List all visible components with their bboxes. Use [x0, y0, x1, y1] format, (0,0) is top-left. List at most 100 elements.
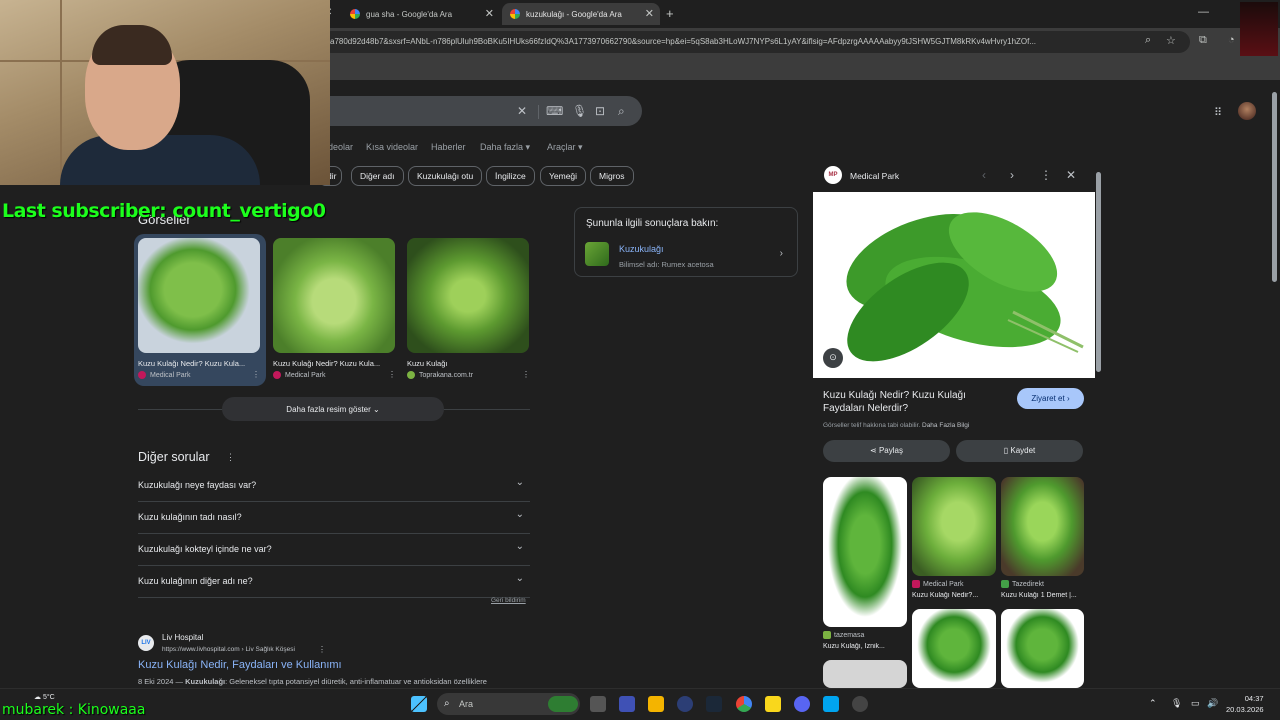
- tab-short-videos[interactable]: Kısa videolar: [366, 142, 418, 152]
- close-icon[interactable]: ✕: [485, 7, 494, 20]
- show-more-images-button[interactable]: Daha fazla resim göster ⌄: [222, 397, 444, 421]
- more-vert-icon[interactable]: ⋮: [252, 370, 260, 379]
- calculator-icon[interactable]: [619, 696, 635, 712]
- image-result[interactable]: Kuzu Kulağı Toprakana.com.tr: [407, 238, 529, 379]
- chip-yemegi[interactable]: Yemeği: [540, 166, 587, 186]
- chevron-down-icon[interactable]: ⌄: [516, 541, 524, 552]
- related-link[interactable]: Kuzukulağı: [619, 244, 664, 254]
- notepad-icon[interactable]: [823, 696, 839, 712]
- more-vert-icon[interactable]: ⋮: [226, 452, 235, 463]
- steam-icon[interactable]: [706, 696, 722, 712]
- sticky-notes-icon[interactable]: [765, 696, 781, 712]
- chevron-left-icon[interactable]: ‹: [982, 168, 986, 182]
- tab-tools[interactable]: Araçlar ▾: [547, 142, 583, 153]
- tab-more[interactable]: Daha fazla ▾: [480, 142, 530, 153]
- search-highlight-icon[interactable]: [548, 696, 578, 712]
- volume-icon[interactable]: 🔊: [1207, 698, 1218, 709]
- chrome-icon[interactable]: [736, 696, 752, 712]
- related-caption[interactable]: Kuzu Kulağı 1 Demet |...: [1001, 592, 1084, 599]
- related-image[interactable]: [823, 477, 907, 627]
- chevron-down-icon[interactable]: ⌄: [516, 509, 524, 520]
- question-item[interactable]: Kuzu kulağının tadı nasıl? ⌄: [138, 502, 530, 534]
- question-item[interactable]: Kuzu kulağının diğer adı ne? ⌄: [138, 566, 530, 598]
- clear-search-icon[interactable]: ✕: [517, 104, 527, 118]
- chevron-right-icon[interactable]: ›: [780, 248, 783, 259]
- close-icon[interactable]: ✕: [1066, 168, 1076, 182]
- image-thumbnail[interactable]: [138, 238, 260, 353]
- related-caption[interactable]: Kuzu Kulağı Nedir?...: [912, 592, 996, 599]
- image-caption[interactable]: Kuzu Kulağı Nedir? Kuzu Kula...: [138, 359, 260, 368]
- tab-gua-sha[interactable]: gua sha - Google'da Ara ✕: [342, 3, 500, 25]
- file-explorer-icon[interactable]: [648, 696, 664, 712]
- image-thumbnail[interactable]: [407, 238, 529, 353]
- related-image[interactable]: [912, 477, 996, 576]
- image-caption[interactable]: Kuzu Kulağı: [407, 359, 529, 368]
- tab-kuzukulagi[interactable]: kuzukulağı - Google'da Ara ✕: [502, 3, 660, 25]
- panel-site-name[interactable]: Medical Park: [850, 171, 899, 181]
- task-view-icon[interactable]: [590, 696, 606, 712]
- chevron-down-icon[interactable]: ⌄: [516, 573, 524, 584]
- more-vert-icon[interactable]: ⋮: [1040, 168, 1052, 182]
- network-icon[interactable]: ▭: [1191, 698, 1200, 709]
- account-avatar[interactable]: [1238, 102, 1256, 120]
- related-entity-card[interactable]: Şununla ilgili sonuçlara bakın: Kuzukula…: [574, 207, 798, 277]
- discord-icon[interactable]: [794, 696, 810, 712]
- result-title-link[interactable]: Kuzu Kulağı Nedir, Faydaları ve Kullanım…: [138, 659, 342, 671]
- address-bar[interactable]: a780d92d48b7&sxsrf=ANbL-n786plUluh9BoBKu…: [320, 31, 1190, 53]
- result-snippet-text: : Geleneksel tıpta potansiyel diüretik, …: [225, 677, 487, 686]
- search-icon[interactable]: ⌕: [618, 104, 625, 119]
- keyboard-icon[interactable]: ⌨: [546, 104, 563, 118]
- chevron-down-icon[interactable]: ⌄: [516, 477, 524, 488]
- chip-kuzukulagi-otu[interactable]: Kuzukulağı otu: [408, 166, 483, 186]
- question-item[interactable]: Kuzukulağı neye faydası var? ⌄: [138, 470, 530, 502]
- image-thumbnail[interactable]: [273, 238, 395, 353]
- more-vert-icon[interactable]: ⋮: [388, 370, 396, 379]
- chip-diger-adi[interactable]: Diğer adı: [351, 166, 404, 186]
- save-button[interactable]: ▯ Kaydet: [956, 440, 1083, 462]
- app-icon[interactable]: [677, 696, 693, 712]
- weather-widget[interactable]: ☁ 5°C: [34, 693, 55, 701]
- mic-icon[interactable]: 🎙: [572, 104, 587, 118]
- system-clock[interactable]: 04:37 20.03.2026: [1226, 693, 1264, 715]
- image-result[interactable]: Kuzu Kulağı Nedir? Kuzu Kula... Medical …: [273, 238, 395, 379]
- panel-title[interactable]: Kuzu Kulağı Nedir? Kuzu Kulağı Faydaları…: [823, 389, 1003, 415]
- related-caption[interactable]: Kuzu Kulağı, İznik...: [823, 643, 907, 650]
- image-result[interactable]: Kuzu Kulağı Nedir? Kuzu Kula... Medical …: [138, 238, 260, 379]
- tab-news[interactable]: Haberler: [431, 142, 466, 152]
- related-image[interactable]: [823, 660, 907, 688]
- share-button[interactable]: ⋖ Paylaş: [823, 440, 950, 462]
- search-input[interactable]: [280, 96, 642, 126]
- tab-videos[interactable]: deolar: [328, 142, 353, 152]
- close-icon[interactable]: ✕: [645, 7, 654, 20]
- minimize-icon[interactable]: —: [1198, 6, 1209, 18]
- question-item[interactable]: Kuzukulağı kokteyl içinde ne var? ⌄: [138, 534, 530, 566]
- more-vert-icon[interactable]: ⋮: [522, 370, 530, 379]
- related-image[interactable]: [1001, 477, 1084, 576]
- chevron-right-icon[interactable]: ›: [1010, 168, 1014, 182]
- chip-ingilizce[interactable]: İngilizce: [486, 166, 535, 186]
- related-image[interactable]: [1001, 609, 1084, 688]
- panel-scrollbar[interactable]: [1096, 172, 1101, 372]
- learn-more-link[interactable]: Daha Fazla Bilgi: [922, 422, 969, 429]
- visit-button[interactable]: Ziyaret et ›: [1017, 388, 1084, 409]
- apps-grid-icon[interactable]: ⠿: [1214, 106, 1222, 119]
- extensions-icon[interactable]: ⧉: [1199, 34, 1207, 47]
- feedback-link[interactable]: Geri bildirim: [491, 597, 526, 604]
- image-caption[interactable]: Kuzu Kulağı Nedir? Kuzu Kula...: [273, 359, 395, 368]
- bookmark-star-icon[interactable]: ☆: [1166, 34, 1176, 47]
- windows-start-icon[interactable]: [411, 696, 427, 712]
- profile-icon[interactable]: ◔: [1228, 34, 1235, 46]
- page-scrollbar[interactable]: [1272, 92, 1277, 282]
- more-vert-icon[interactable]: ⋮: [318, 645, 326, 654]
- preview-image[interactable]: [813, 192, 1095, 378]
- mic-icon[interactable]: 🎙: [1171, 698, 1182, 709]
- lens-icon[interactable]: ⊡: [595, 104, 605, 118]
- tab-label: gua sha - Google'da Ara: [366, 9, 453, 19]
- new-tab-button[interactable]: +: [666, 6, 674, 21]
- settings-icon[interactable]: [852, 696, 868, 712]
- chip-migros[interactable]: Migros: [590, 166, 634, 186]
- lens-search-icon[interactable]: ⊙: [823, 348, 843, 368]
- related-image[interactable]: [912, 609, 996, 688]
- zoom-icon[interactable]: ⌕: [1145, 34, 1151, 47]
- chevron-up-icon[interactable]: ⌃: [1149, 698, 1157, 709]
